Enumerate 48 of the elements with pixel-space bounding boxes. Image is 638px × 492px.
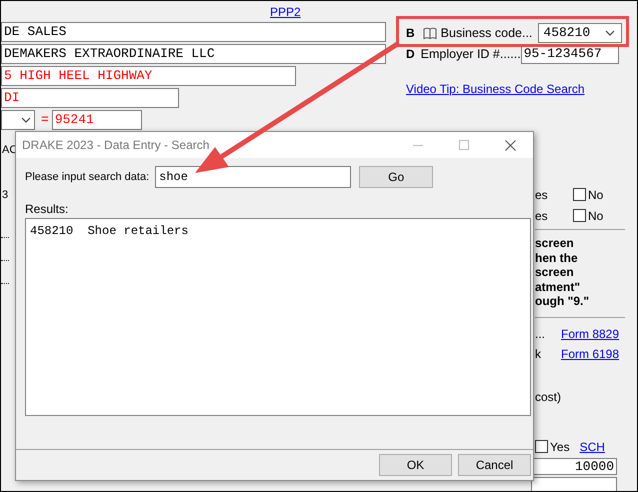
option-label: Yes	[550, 438, 570, 456]
option-label: No	[588, 186, 604, 204]
label-text: k	[535, 346, 542, 362]
text-field[interactable]: DEMAKERS EXTRAORDINAIRE LLC	[1, 44, 386, 64]
results-list[interactable]: 458210 Shoe retailers	[25, 218, 531, 416]
zip-field[interactable]: 95241	[52, 110, 142, 130]
label-text: es	[535, 208, 549, 224]
result-item[interactable]: 458210 Shoe retailers	[30, 222, 526, 240]
field-label: Business code...	[440, 24, 532, 42]
results-label: Results:	[25, 201, 70, 218]
equals-sign: =	[41, 111, 49, 130]
window-title: DRAKE 2023 - Data Entry - Search	[21, 137, 210, 154]
field-label: Employer ID #......	[420, 46, 521, 63]
label-text: es	[535, 186, 549, 204]
dropdown[interactable]	[1, 110, 35, 130]
field-letter: B	[406, 25, 415, 42]
checkbox[interactable]	[573, 188, 586, 201]
video-tip-link[interactable]: Video Tip: Business Code Search	[406, 82, 585, 96]
form-link[interactable]: Form 8829	[561, 324, 620, 342]
note-text: atment"	[535, 280, 582, 294]
caret-icon	[21, 117, 31, 123]
option-label: No	[588, 208, 604, 224]
note-text: ough "9."	[535, 294, 590, 308]
text-field[interactable]: DE SALES	[1, 22, 386, 42]
checkbox[interactable]	[535, 440, 548, 453]
note-text: screen	[535, 265, 575, 280]
book-icon[interactable]	[422, 26, 437, 40]
ok-button[interactable]: OK	[379, 454, 452, 476]
sch-link[interactable]: SCH	[580, 438, 605, 456]
label-text: ...	[535, 326, 546, 342]
go-button[interactable]: Go	[359, 166, 434, 188]
text-field[interactable]: 5 HIGH HEEL HIGHWAY	[1, 66, 296, 86]
business-code-dropdown[interactable]: 458210	[538, 23, 622, 43]
text-field[interactable]: DI	[1, 88, 179, 108]
search-field[interactable]: shoe	[155, 166, 352, 188]
field-letter: D	[406, 46, 415, 63]
note-text: screen	[535, 236, 575, 250]
amount-field[interactable]	[531, 476, 617, 491]
ppp2-link[interactable]: PPP2	[270, 5, 301, 19]
note-text: hen the	[535, 250, 579, 265]
search-label: Please input search data:	[25, 170, 150, 185]
label-text: 3	[2, 188, 8, 202]
caret-icon	[605, 30, 616, 36]
form-link[interactable]: Form 6198	[561, 344, 620, 362]
cancel-button[interactable]: Cancel	[458, 454, 531, 476]
amount-field[interactable]: 10000	[531, 458, 617, 474]
label-text: cost)	[535, 388, 562, 406]
checkbox[interactable]	[573, 209, 586, 222]
